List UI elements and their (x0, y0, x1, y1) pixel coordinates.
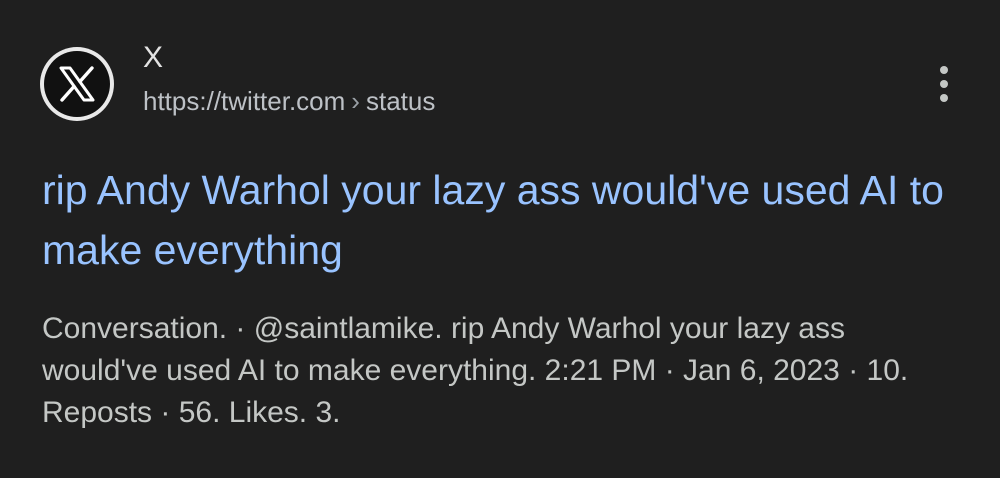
x-logo-icon[interactable] (40, 47, 114, 121)
search-result: X https://twitter.com › status rip Andy Wa… (0, 0, 1000, 478)
x-logo-glyph (59, 66, 95, 102)
site-name[interactable]: X (143, 40, 163, 76)
x-logo-badge (44, 51, 110, 117)
url-domain: https://twitter.com (143, 86, 346, 116)
menu-dot (940, 66, 948, 74)
result-title-link[interactable]: rip Andy Warhol your lazy ass would've u… (42, 160, 962, 280)
menu-dot (940, 80, 948, 88)
url-path: status (365, 86, 436, 116)
breadcrumb-separator: › (351, 86, 360, 116)
menu-dot (940, 94, 948, 102)
result-snippet: Conversation. · @saintlamike. rip Andy W… (42, 312, 909, 429)
site-url[interactable]: https://twitter.com › status (143, 84, 435, 118)
more-vert-icon[interactable] (924, 62, 964, 106)
